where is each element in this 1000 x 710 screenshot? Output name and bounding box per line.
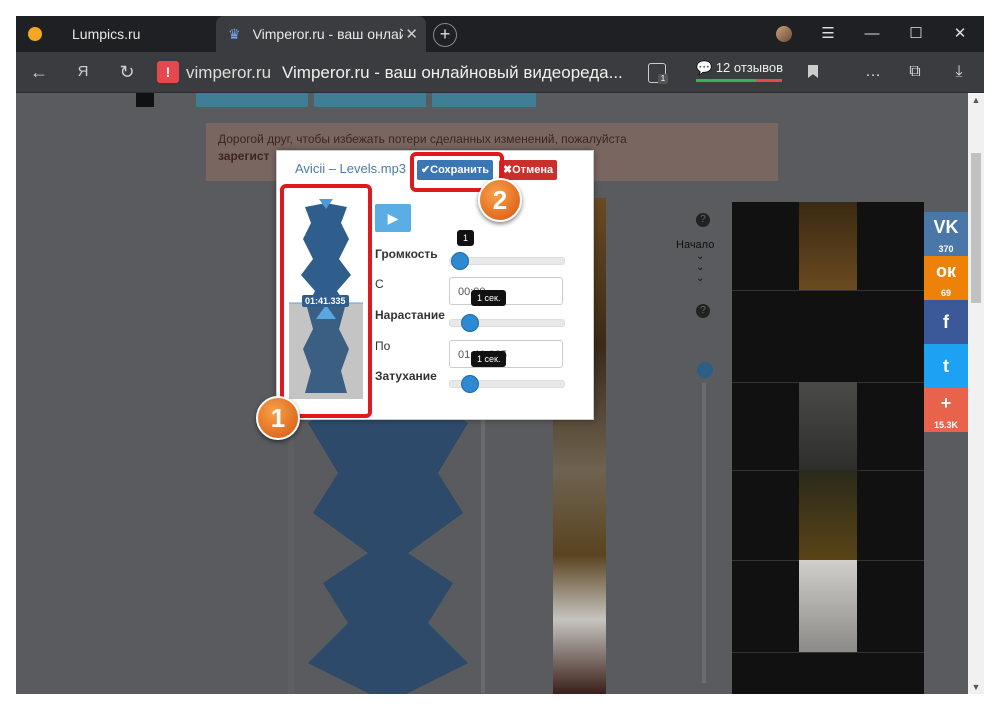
step-badge-2: 2 xyxy=(478,178,522,222)
track-controls: ? Начало ⌄ ⌄ ⌄ ? xyxy=(676,213,736,318)
volume-slider-knob[interactable] xyxy=(451,252,469,270)
lumpics-favicon-icon xyxy=(28,27,42,41)
fade-in-slider-knob[interactable] xyxy=(461,314,479,332)
video-preview-panel xyxy=(732,202,924,694)
from-label: С xyxy=(375,277,384,291)
bookmark-icon[interactable] xyxy=(808,65,818,78)
start-label: Начало xyxy=(676,239,715,251)
chevron-down-icon[interactable]: ⌄ ⌄ ⌄ xyxy=(696,251,736,284)
cancel-button[interactable]: ✖Отмена xyxy=(499,160,557,180)
facebook-share-button[interactable]: f xyxy=(924,300,968,344)
more-icon[interactable]: … xyxy=(858,52,888,92)
color-swatch[interactable] xyxy=(136,93,154,107)
plus-icon: + xyxy=(940,393,952,413)
toolbar-button[interactable] xyxy=(314,93,426,107)
scroll-up-icon[interactable]: ▲ xyxy=(968,93,984,107)
vertical-slider-track[interactable] xyxy=(702,383,706,683)
domain-text[interactable]: vimperor.ru xyxy=(186,63,271,83)
extensions-icon[interactable]: ⧉ xyxy=(900,52,930,92)
close-tab-icon[interactable]: ✕ xyxy=(405,25,418,43)
help-icon[interactable]: ? xyxy=(696,213,710,227)
warning-icon[interactable]: ! xyxy=(157,61,179,83)
fade-out-slider-knob[interactable] xyxy=(461,375,479,393)
toolbar-button[interactable] xyxy=(432,93,536,107)
vk-icon: VK xyxy=(933,217,959,237)
share-count: 15.3K xyxy=(933,420,959,430)
preview-image xyxy=(799,202,857,290)
volume-label: Громкость xyxy=(375,247,438,261)
toolbar-strip xyxy=(136,93,876,107)
minimize-icon[interactable]: — xyxy=(852,16,892,52)
download-icon[interactable]: ⤓ xyxy=(944,52,974,92)
window-close-icon[interactable]: ✕ xyxy=(940,16,980,52)
fade-out-tooltip: 1 сек. xyxy=(471,351,507,367)
preview-image xyxy=(799,560,857,652)
tab-label: Vimperor.ru - ваш онлайн xyxy=(252,26,403,42)
crown-favicon-icon: ♛ xyxy=(228,25,241,42)
odnoklassniki-icon: ок xyxy=(935,261,956,281)
to-label: По xyxy=(375,339,391,353)
yandex-logo-icon[interactable]: Я xyxy=(66,52,100,92)
ok-share-button[interactable]: ок 69 xyxy=(924,256,968,300)
play-button[interactable]: ▶ xyxy=(375,204,411,232)
volume-tooltip: 1 xyxy=(457,230,475,246)
protect-count: 1 xyxy=(658,74,668,84)
tab-lumpics[interactable]: Lumpics.ru xyxy=(16,16,216,52)
reviews-rating-bar xyxy=(696,79,782,82)
preview-row xyxy=(732,290,924,291)
fade-in-tooltip: 1 сек. xyxy=(471,290,507,306)
maximize-icon[interactable]: ☐ xyxy=(896,16,936,52)
address-bar: ← Я ↻ ! vimperor.ru Vimperor.ru - ваш он… xyxy=(16,52,984,93)
preview-image xyxy=(799,382,857,470)
page-title[interactable]: Vimperor.ru - ваш онлайновый видеореда..… xyxy=(282,63,623,83)
step-badge-1: 1 xyxy=(256,396,300,440)
twitter-icon: t xyxy=(943,356,949,376)
toolbar-button[interactable] xyxy=(196,93,308,107)
preview-row xyxy=(732,652,924,653)
tab-label: Lumpics.ru xyxy=(72,26,141,42)
back-arrow-icon[interactable]: ← xyxy=(22,52,56,92)
reviews-text: 12 отзывов xyxy=(715,60,783,75)
scroll-down-icon[interactable]: ▼ xyxy=(968,680,984,694)
preview-image xyxy=(799,470,857,560)
notice-line: Дорогой друг, чтобы избежать потери сдел… xyxy=(218,132,627,146)
vertical-slider-knob[interactable] xyxy=(697,362,713,378)
waveform-highlight xyxy=(280,184,372,418)
share-count: 69 xyxy=(940,288,951,298)
profile-avatar-icon[interactable] xyxy=(776,26,792,42)
vk-share-button[interactable]: VK 370 xyxy=(924,212,968,256)
page-scrollbar[interactable]: ▲ ▼ xyxy=(968,93,984,694)
fade-out-label: Затухание xyxy=(375,369,437,383)
more-share-button[interactable]: +15.3K xyxy=(924,388,968,432)
reload-icon[interactable]: ↻ xyxy=(110,52,144,92)
scrollbar-thumb[interactable] xyxy=(971,153,981,303)
dialog-title: Avicii – Levels.mp3 xyxy=(295,161,407,176)
new-tab-button[interactable]: + xyxy=(433,23,457,47)
track-divider xyxy=(481,393,485,693)
help-icon[interactable]: ? xyxy=(696,304,710,318)
browser-menu-icon[interactable]: ☰ xyxy=(808,16,848,52)
tab-bar: Lumpics.ru ♛ Vimperor.ru - ваш онлайн ✕ … xyxy=(16,16,984,52)
fade-in-label: Нарастание xyxy=(375,308,445,322)
facebook-icon: f xyxy=(943,312,949,332)
share-count: 370 xyxy=(938,244,954,254)
twitter-share-button[interactable]: t xyxy=(924,344,968,388)
tab-vimperor[interactable]: ♛ Vimperor.ru - ваш онлайн ✕ xyxy=(216,16,426,52)
social-share-bar: VK 370 ок 69 f t +15.3K xyxy=(924,212,968,432)
reviews-link[interactable]: 💬 12 отзывов xyxy=(696,60,783,76)
